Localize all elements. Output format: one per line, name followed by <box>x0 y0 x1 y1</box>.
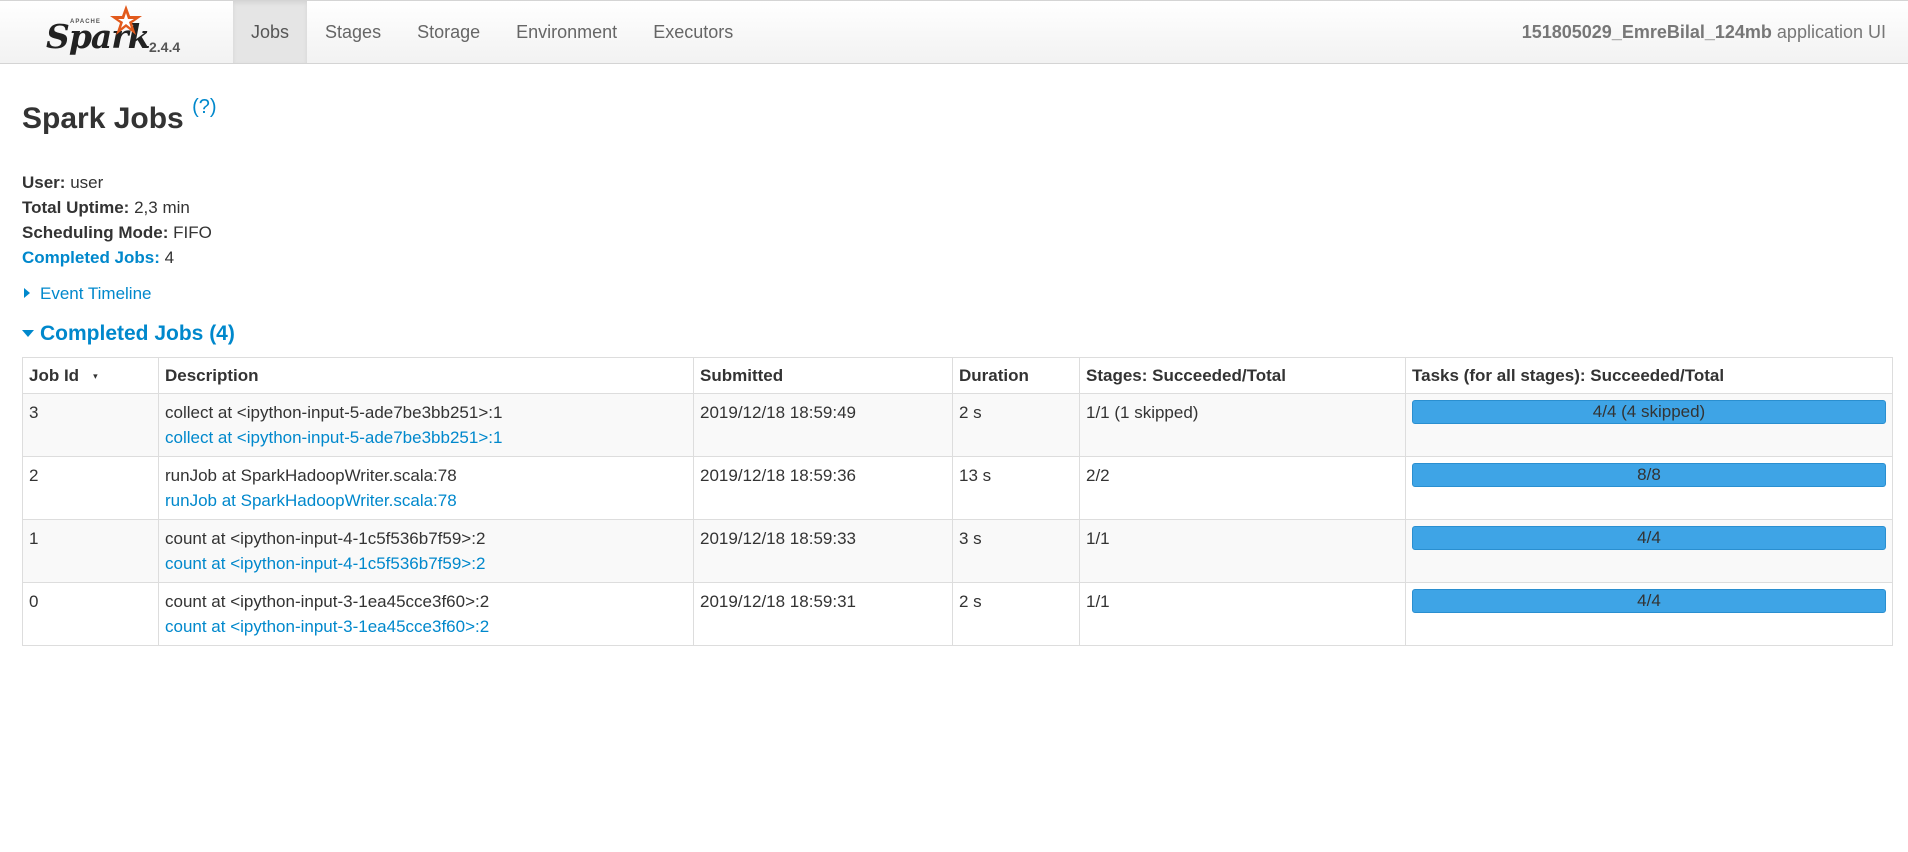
cell-submitted: 2019/12/18 18:59:36 <box>693 456 953 520</box>
cell-submitted: 2019/12/18 18:59:33 <box>693 519 953 583</box>
cell-description: collect at <ipython-input-5-ade7be3bb251… <box>158 393 694 457</box>
summary-completed: Completed Jobs: 4 <box>22 245 1886 270</box>
event-timeline-toggle[interactable]: Event Timeline <box>22 281 1886 307</box>
description-text: count at <ipython-input-3-1ea45cce3f60>:… <box>165 592 490 611</box>
description-text: collect at <ipython-input-5-ade7be3bb251… <box>165 403 503 422</box>
cell-job-id: 1 <box>22 519 159 583</box>
user-label: User: <box>22 173 66 192</box>
table-header-row: Job Id ▾ Description Submitted Duration S… <box>22 357 1893 394</box>
description-link[interactable]: count at <ipython-input-3-1ea45cce3f60>:… <box>165 617 489 636</box>
main-content: Spark Jobs (?) User: user Total Uptime: … <box>0 64 1908 646</box>
uptime-value: 2,3 min <box>129 198 190 217</box>
col-job-id[interactable]: Job Id ▾ <box>22 357 159 394</box>
description-link[interactable]: count at <ipython-input-4-1c5f536b7f59>:… <box>165 554 485 573</box>
mode-value: FIFO <box>168 223 212 242</box>
cell-duration: 13 s <box>952 456 1080 520</box>
cell-tasks: 4/4 <box>1405 582 1893 646</box>
cell-job-id: 3 <box>22 393 159 457</box>
task-progress-bar: 8/8 <box>1412 463 1886 487</box>
task-progress-bar: 4/4 <box>1412 589 1886 613</box>
task-progress-bar: 4/4 <box>1412 526 1886 550</box>
summary-user: User: user <box>22 170 1886 195</box>
task-progress-text: 4/4 (4 skipped) <box>1592 402 1706 421</box>
app-id: 151805029_EmreBilal_124mb <box>1521 22 1772 42</box>
spark-logo[interactable]: APACHE Spark 2.4.4 <box>44 3 194 59</box>
task-progress-text: 4/4 <box>1637 591 1661 610</box>
col-submitted[interactable]: Submitted <box>693 357 953 394</box>
completed-jobs-link[interactable]: Completed Jobs: <box>22 248 160 267</box>
app-suffix: application UI <box>1771 22 1886 42</box>
summary-uptime: Total Uptime: 2,3 min <box>22 195 1886 220</box>
cell-description: runJob at SparkHadoopWriter.scala:78 runJ… <box>158 456 694 520</box>
completed-jobs-table: Job Id ▾ Description Submitted Duration S… <box>22 357 1893 646</box>
uptime-label: Total Uptime: <box>22 198 130 217</box>
cell-stages: 1/1 <box>1079 519 1406 583</box>
cell-description: count at <ipython-input-3-1ea45cce3f60>:… <box>158 582 694 646</box>
completed-value: 4 <box>159 248 175 267</box>
cell-duration: 2 s <box>952 582 1080 646</box>
collapse-arrow-icon <box>22 330 34 337</box>
description-text: count at <ipython-input-4-1c5f536b7f59>:… <box>165 529 486 548</box>
cell-submitted: 2019/12/18 18:59:31 <box>693 582 953 646</box>
page-title: Spark Jobs (?) <box>22 64 1886 146</box>
description-link[interactable]: runJob at SparkHadoopWriter.scala:78 <box>165 491 457 510</box>
completed-jobs-title: Completed Jobs (4) <box>40 322 235 345</box>
nav-tab-executors[interactable]: Executors <box>635 1 751 63</box>
application-name: 151805029_EmreBilal_124mb application UI <box>1522 1 1886 63</box>
task-progress-bar: 4/4 (4 skipped) <box>1412 400 1886 424</box>
main-nav: Jobs Stages Storage Environment Executor… <box>233 1 751 63</box>
cell-job-id: 2 <box>22 456 159 520</box>
nav-tab-storage[interactable]: Storage <box>399 1 498 63</box>
nav-tab-stages[interactable]: Stages <box>307 1 399 63</box>
table-row: 0 count at <ipython-input-3-1ea45cce3f60… <box>22 582 1893 646</box>
summary-mode: Scheduling Mode: FIFO <box>22 220 1886 245</box>
cell-tasks: 8/8 <box>1405 456 1893 520</box>
col-tasks[interactable]: Tasks (for all stages): Succeeded/Total <box>1405 357 1893 394</box>
completed-jobs-header[interactable]: Completed Jobs (4) <box>22 319 1886 349</box>
spark-star-icon <box>110 5 142 35</box>
col-stages[interactable]: Stages: Succeeded/Total <box>1079 357 1406 394</box>
cell-tasks: 4/4 <box>1405 519 1893 583</box>
table-row: 1 count at <ipython-input-4-1c5f536b7f59… <box>22 519 1893 583</box>
summary-list: User: user Total Uptime: 2,3 min Schedul… <box>22 170 1886 270</box>
cell-stages: 2/2 <box>1079 456 1406 520</box>
cell-stages: 1/1 (1 skipped) <box>1079 393 1406 457</box>
cell-duration: 2 s <box>952 393 1080 457</box>
help-link[interactable]: (?) <box>192 96 216 118</box>
table-row: 2 runJob at SparkHadoopWriter.scala:78 ru… <box>22 456 1893 520</box>
spark-version: 2.4.4 <box>149 39 181 55</box>
page-title-text: Spark Jobs <box>22 102 184 135</box>
mode-label: Scheduling Mode: <box>22 223 169 242</box>
cell-submitted: 2019/12/18 18:59:49 <box>693 393 953 457</box>
task-progress-text: 8/8 <box>1637 465 1661 484</box>
col-job-id-label: Job Id <box>29 365 80 385</box>
col-description[interactable]: Description <box>158 357 694 394</box>
event-timeline-label: Event Timeline <box>40 284 152 303</box>
table-row: 3 collect at <ipython-input-5-ade7be3bb2… <box>22 393 1893 457</box>
col-duration[interactable]: Duration <box>952 357 1080 394</box>
user-value: user <box>65 173 104 192</box>
top-navbar: APACHE Spark 2.4.4 Jobs Stages Storage E… <box>0 0 1908 64</box>
cell-tasks: 4/4 (4 skipped) <box>1405 393 1893 457</box>
nav-tab-jobs[interactable]: Jobs <box>233 1 308 63</box>
cell-duration: 3 s <box>952 519 1080 583</box>
nav-tab-environment[interactable]: Environment <box>498 1 635 63</box>
cell-job-id: 0 <box>22 582 159 646</box>
description-text: runJob at SparkHadoopWriter.scala:78 <box>165 466 457 485</box>
expand-arrow-icon <box>24 288 30 298</box>
description-link[interactable]: collect at <ipython-input-5-ade7be3bb251… <box>165 428 502 447</box>
cell-description: count at <ipython-input-4-1c5f536b7f59>:… <box>158 519 694 583</box>
cell-stages: 1/1 <box>1079 582 1406 646</box>
sort-desc-icon: ▾ <box>93 370 98 381</box>
task-progress-text: 4/4 <box>1637 528 1661 547</box>
